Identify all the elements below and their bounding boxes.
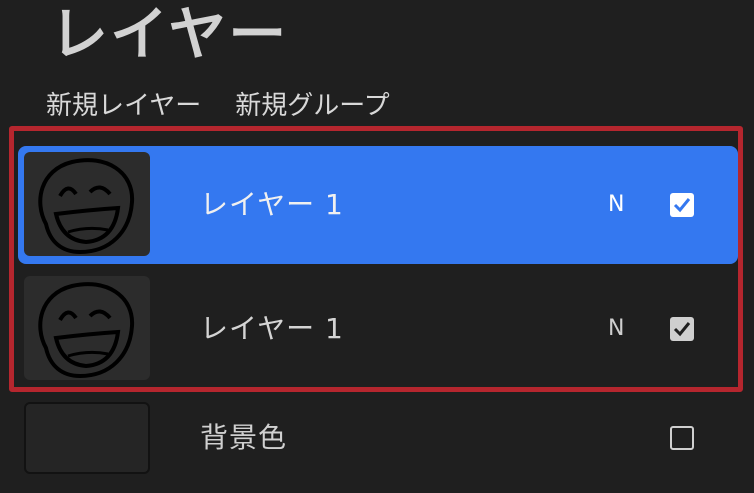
new-group-button[interactable]: 新規グループ xyxy=(235,88,389,124)
layer-thumbnail xyxy=(24,152,150,256)
smiley-sketch-icon xyxy=(38,282,135,379)
layer-name: レイヤー 1 xyxy=(200,312,344,345)
layer-thumbnail xyxy=(24,276,150,380)
layer-row[interactable]: レイヤー 1 N xyxy=(18,146,738,264)
background-color-swatch[interactable] xyxy=(24,402,150,474)
background-visibility-checkbox[interactable] xyxy=(670,426,694,450)
blend-mode-button[interactable]: N xyxy=(608,270,624,388)
new-layer-button[interactable]: 新規レイヤー xyxy=(46,88,201,124)
checkmark-icon xyxy=(673,198,691,213)
checkmark-icon xyxy=(673,322,691,337)
visibility-checkbox[interactable] xyxy=(670,193,694,217)
layer-row[interactable]: レイヤー 1 N xyxy=(18,270,738,388)
panel-title: レイヤー xyxy=(50,0,289,68)
visibility-checkbox[interactable] xyxy=(670,317,694,341)
blend-mode-button[interactable]: N xyxy=(608,146,624,264)
background-color-row[interactable]: 背景色 xyxy=(18,398,738,478)
layer-name: レイヤー 1 xyxy=(200,188,344,221)
background-color-label: 背景色 xyxy=(200,421,288,454)
smiley-sketch-icon xyxy=(38,158,135,255)
layer-actions: 新規レイヤー 新規グループ xyxy=(46,88,390,124)
